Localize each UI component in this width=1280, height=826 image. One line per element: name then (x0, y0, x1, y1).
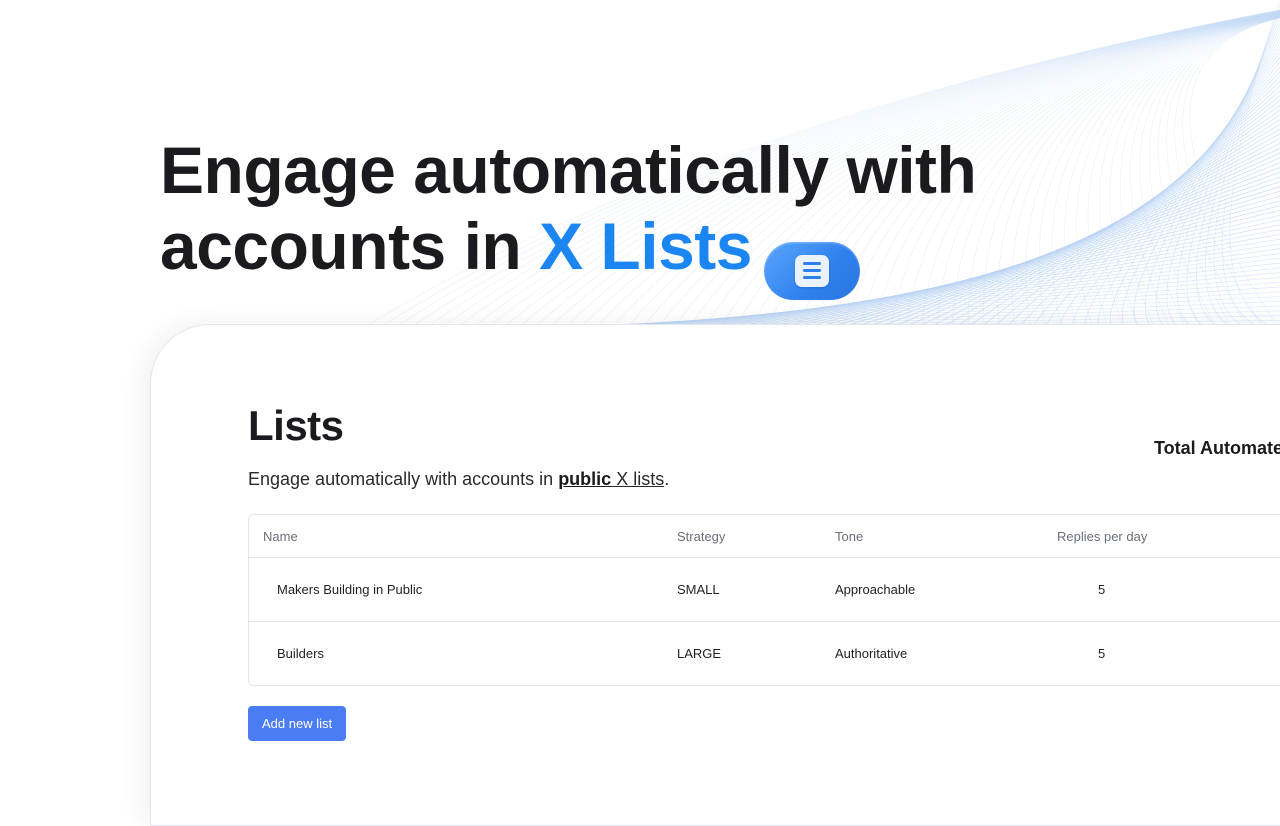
hero-line-1: Engage automatically with (160, 133, 977, 207)
strategy-cell: SMALL (677, 582, 720, 597)
lists-table: Name Strategy Tone Replies per day Maker… (248, 514, 1280, 686)
list-name-cell[interactable]: Builders (277, 622, 324, 685)
total-automated-label: Total Automate (1154, 438, 1280, 458)
hero-line-2-prefix: accounts in (160, 209, 540, 283)
subtitle-prefix: Engage automatically with accounts in (248, 469, 559, 489)
public-link[interactable]: public (558, 469, 611, 489)
hero-headline: Engage automatically with accounts in X … (160, 132, 977, 300)
replies-per-day-cell: 5 (1098, 582, 1106, 597)
x-lists-link[interactable]: X lists (611, 469, 664, 489)
tone-cell: Authoritative (835, 646, 908, 661)
column-header-name[interactable]: Name (263, 515, 298, 557)
background-line (1229, 0, 1280, 330)
document-list-icon (794, 254, 829, 287)
page-title: Lists (248, 402, 344, 449)
add-new-list-button[interactable]: Add new list (248, 706, 347, 741)
column-header-tone[interactable]: Tone (835, 515, 863, 557)
table-header-row: Name Strategy Tone Replies per day (249, 515, 1280, 558)
column-header-strategy[interactable]: Strategy (677, 515, 725, 557)
column-header-replies-per-day[interactable]: Replies per day (1057, 515, 1147, 557)
table-row[interactable]: Builders LARGE Authoritative 5 (249, 622, 1280, 685)
page-subtitle: Engage automatically with accounts in pu… (248, 469, 669, 490)
hero-accent-text: X Lists (539, 209, 752, 283)
list-name-cell[interactable]: Makers Building in Public (277, 558, 422, 621)
strategy-cell: LARGE (677, 646, 722, 661)
subtitle-suffix: . (664, 469, 670, 489)
tone-cell: Approachable (835, 582, 916, 597)
table-row[interactable]: Makers Building in Public SMALL Approach… (249, 558, 1280, 622)
hero-badge (763, 241, 860, 300)
replies-per-day-cell: 5 (1098, 646, 1106, 661)
hero-line-2: accounts in X Lists (160, 208, 976, 300)
